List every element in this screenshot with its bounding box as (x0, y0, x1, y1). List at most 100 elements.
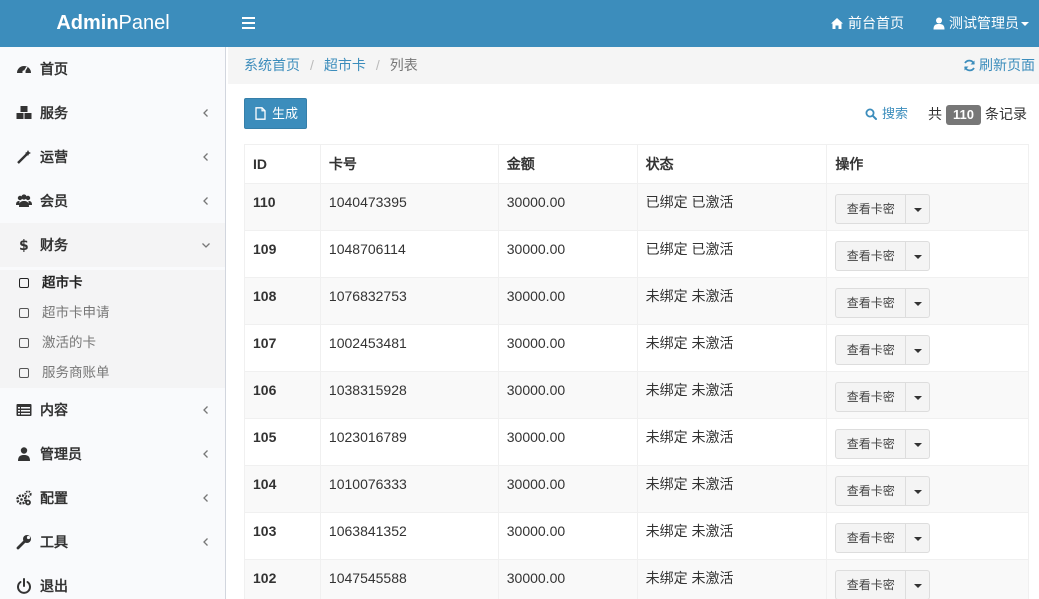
caret-down-icon (914, 443, 923, 447)
view-card-password-button[interactable]: 查看卡密 (835, 429, 907, 459)
view-card-password-button[interactable]: 查看卡密 (835, 523, 907, 553)
count-prefix: 共 (928, 106, 942, 122)
action-dropdown-toggle[interactable] (905, 241, 931, 271)
view-card-password-button[interactable]: 查看卡密 (835, 570, 907, 599)
sidebar-item-label: 运营 (40, 149, 68, 165)
table-row: 103 1063841352 30000.00 未绑定 未激活 查看卡密 (244, 512, 1029, 560)
action-dropdown-toggle[interactable] (905, 523, 931, 553)
sidebar-item-operations[interactable]: 运营 (0, 135, 225, 179)
cell-actions: 查看卡密 (826, 183, 1029, 231)
cell-id: 105 (244, 418, 321, 466)
cell-card-number: 1063841352 (319, 512, 499, 560)
search-icon (865, 108, 877, 120)
action-button-group: 查看卡密 (835, 241, 1020, 271)
cell-status: 未绑定 未激活 (636, 277, 828, 325)
table-row: 102 1047545588 30000.00 未绑定 未激活 查看卡密 (244, 559, 1029, 599)
magic-wand-icon (17, 150, 31, 164)
sidebar-item-content[interactable]: 内容 (0, 388, 225, 432)
sidebar-subitem-activated-cards[interactable]: 激活的卡 (0, 328, 225, 358)
app-logo[interactable]: AdminPanel (0, 0, 226, 47)
frontend-home-link[interactable]: 前台首页 (830, 0, 904, 47)
action-dropdown-toggle[interactable] (905, 335, 931, 365)
sidebar-item-logout[interactable]: 退出 (0, 564, 225, 599)
caret-down-icon (914, 396, 923, 400)
user-icon (933, 17, 945, 30)
view-card-password-button[interactable]: 查看卡密 (835, 335, 907, 365)
cell-id: 102 (244, 559, 321, 599)
refresh-page-link[interactable]: 刷新页面 (963, 47, 1035, 84)
sidebar-toggle-icon[interactable] (240, 14, 258, 32)
user-icon (18, 447, 30, 461)
sidebar-subitem-label: 超市卡 (42, 275, 83, 290)
cell-amount: 30000.00 (497, 277, 638, 325)
sidebar-subitem-provider-bills[interactable]: 服务商账单 (0, 358, 225, 388)
sidebar-item-label: 财务 (40, 237, 68, 253)
list-icon (16, 404, 32, 416)
breadcrumb-home-link[interactable]: 系统首页 (244, 57, 300, 73)
svg-text:$: $ (19, 238, 29, 253)
cell-card-number: 1023016789 (319, 418, 499, 466)
cell-id: 108 (244, 277, 321, 325)
column-header-id[interactable]: ID (244, 144, 321, 184)
view-card-password-button[interactable]: 查看卡密 (835, 382, 907, 412)
action-dropdown-toggle[interactable] (905, 476, 931, 506)
finance-submenu: 超市卡 超市卡申请 激活的卡 服务商账单 (0, 270, 225, 388)
cell-status: 未绑定 未激活 (636, 465, 828, 513)
caret-down-icon (914, 255, 923, 259)
caret-down-icon (914, 584, 923, 588)
cogs-icon (16, 490, 32, 506)
sidebar-item-tools[interactable]: 工具 (0, 520, 225, 564)
sidebar: 首页 服务 运营 会员 $ 财务 超市卡 超市卡申请 激活的卡 服务商账单 内容… (0, 47, 226, 599)
cell-actions: 查看卡密 (826, 230, 1029, 278)
sidebar-subitem-label: 服务商账单 (42, 365, 110, 380)
action-button-group: 查看卡密 (835, 382, 1020, 412)
action-dropdown-toggle[interactable] (905, 194, 931, 224)
sidebar-item-members[interactable]: 会员 (0, 179, 225, 223)
column-header-amount[interactable]: 金额 (497, 144, 638, 184)
view-card-password-button[interactable]: 查看卡密 (835, 288, 907, 318)
cell-id: 109 (244, 230, 321, 278)
sidebar-item-finance[interactable]: $ 财务 (0, 223, 225, 267)
sidebar-item-services[interactable]: 服务 (0, 91, 225, 135)
caret-down-icon (914, 208, 923, 212)
sidebar-item-administrators[interactable]: 管理员 (0, 432, 225, 476)
sidebar-subitem-supermarket-card[interactable]: 超市卡 (0, 268, 225, 298)
count-badge: 110 (946, 105, 981, 125)
search-link[interactable]: 搜索 (865, 104, 908, 124)
cell-card-number: 1010076333 (319, 465, 499, 513)
action-dropdown-toggle[interactable] (905, 429, 931, 459)
cell-id: 107 (244, 324, 321, 372)
vertical-scrollbar[interactable] (1027, 47, 1039, 599)
action-dropdown-toggle[interactable] (905, 570, 931, 599)
column-header-card-number[interactable]: 卡号 (319, 144, 499, 184)
view-card-password-button[interactable]: 查看卡密 (835, 476, 907, 506)
cell-amount: 30000.00 (497, 371, 638, 419)
action-button-group: 查看卡密 (835, 194, 1020, 224)
breadcrumb-section-link[interactable]: 超市卡 (324, 57, 366, 73)
view-card-password-button[interactable]: 查看卡密 (835, 194, 907, 224)
sidebar-item-label: 会员 (40, 193, 68, 209)
column-header-status[interactable]: 状态 (636, 144, 828, 184)
view-card-password-button[interactable]: 查看卡密 (835, 241, 907, 271)
sidebar-item-config[interactable]: 配置 (0, 476, 225, 520)
cell-id: 104 (244, 465, 321, 513)
table-row: 108 1076832753 30000.00 未绑定 未激活 查看卡密 (244, 277, 1029, 325)
cell-actions: 查看卡密 (826, 465, 1029, 513)
action-dropdown-toggle[interactable] (905, 382, 931, 412)
sidebar-subitem-label: 激活的卡 (42, 335, 96, 350)
sidebar-item-dashboard[interactable]: 首页 (0, 47, 225, 91)
action-button-group: 查看卡密 (835, 523, 1020, 553)
cell-status: 未绑定 未激活 (636, 559, 828, 599)
cell-status: 未绑定 未激活 (636, 418, 828, 466)
action-dropdown-toggle[interactable] (905, 288, 931, 318)
table-row: 110 1040473395 30000.00 已绑定 已激活 查看卡密 (244, 183, 1029, 231)
sidebar-subitem-card-application[interactable]: 超市卡申请 (0, 298, 225, 328)
sidebar-item-label: 管理员 (40, 446, 82, 462)
caret-down-icon (1021, 22, 1029, 26)
generate-button[interactable]: 生成 (244, 98, 307, 129)
chevron-left-icon (203, 197, 208, 205)
table-row: 107 1002453481 30000.00 未绑定 未激活 查看卡密 (244, 324, 1029, 372)
user-menu[interactable]: 测试管理员 (933, 0, 1029, 47)
caret-down-icon (914, 302, 923, 306)
generate-label: 生成 (272, 106, 299, 121)
